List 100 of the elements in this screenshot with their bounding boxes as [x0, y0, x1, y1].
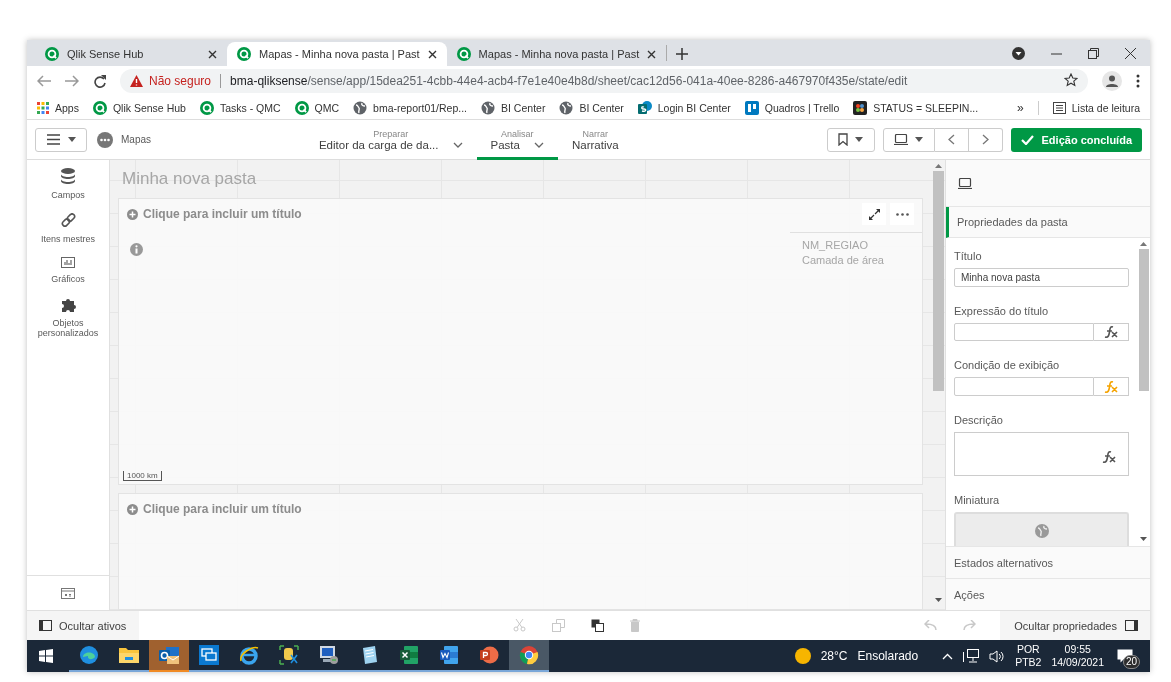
scroll-down-icon[interactable]: [1140, 537, 1147, 541]
close-icon[interactable]: [1125, 47, 1136, 59]
field-label: Condição de exibição: [954, 359, 1061, 372]
forward-icon[interactable]: [65, 75, 79, 87]
hide-properties-button[interactable]: Ocultar propriedades: [1000, 611, 1150, 640]
browser-tab[interactable]: Mapas - Minha nova pasta | Past: [446, 42, 667, 66]
more-bookmarks-button[interactable]: »: [1017, 100, 1024, 115]
legend-title: NM_REGIAO: [802, 238, 869, 253]
bookmarks-button[interactable]: [826, 127, 875, 152]
function-icon: [1104, 380, 1118, 393]
app-logo-icon: [199, 100, 214, 115]
close-icon[interactable]: [427, 49, 437, 59]
new-tab-icon[interactable]: [676, 48, 689, 60]
profile-button[interactable]: [1102, 71, 1122, 91]
chevron-right-icon: [981, 134, 989, 145]
scrollbar[interactable]: [932, 171, 944, 391]
done-button[interactable]: Edição concluída: [1010, 127, 1142, 152]
device-button[interactable]: [882, 127, 935, 152]
input-field[interactable]: [954, 377, 1094, 396]
bookmark[interactable]: QMC: [294, 100, 340, 115]
app-icon: [97, 131, 113, 148]
spreadsheet-icon: [399, 645, 419, 665]
person-icon: [1106, 75, 1118, 87]
mail-icon: [158, 645, 180, 665]
more-icon[interactable]: [1136, 74, 1140, 88]
back-icon[interactable]: [37, 75, 51, 87]
menu-icon: [46, 134, 60, 145]
folder-icon: [119, 646, 139, 664]
browser-tab[interactable]: Mapas - Minha nova pasta | Past: [227, 42, 447, 66]
asset-tab[interactable]: Itens mestres: [27, 205, 109, 249]
weather: Ensolarado: [857, 649, 919, 663]
bookmark[interactable]: Tasks - QMC: [199, 100, 281, 115]
volume-icon[interactable]: [989, 649, 1006, 663]
bookmark[interactable]: bma-report01/Rep...: [353, 100, 468, 115]
expand-icon: [868, 208, 880, 220]
profile-dropdown-icon[interactable]: [1012, 46, 1025, 60]
taskbar-button[interactable]: [149, 640, 189, 672]
more-icon: [895, 212, 909, 216]
list-icon: [1052, 101, 1066, 114]
laptop-icon: [894, 134, 909, 145]
scroll-up-icon[interactable]: [1140, 242, 1147, 246]
close-icon[interactable]: [208, 49, 217, 59]
clock[interactable]: 09:55 14/09/2021: [1051, 643, 1104, 669]
scroll-down-icon[interactable]: [934, 598, 942, 602]
chevron-down-icon: [452, 141, 463, 148]
computer-icon: [319, 645, 339, 665]
reading-list-button[interactable]: Lista de leitura: [1052, 101, 1140, 114]
monitor-icon: [199, 645, 219, 665]
bookmark[interactable]: Login BI Center: [637, 100, 731, 115]
language-indicator[interactable]: POR PTB2: [1015, 643, 1042, 669]
menu-button[interactable]: [35, 127, 87, 152]
thumbnail-picker[interactable]: [954, 511, 1129, 546]
apps-icon: [37, 101, 49, 114]
site-logo-icon: [637, 100, 652, 115]
bookmark[interactable]: STATUS = SLEEPIN...: [853, 100, 979, 115]
field-label: Título: [954, 250, 983, 262]
scroll-up-icon[interactable]: [934, 164, 942, 168]
database-icon: [61, 168, 75, 184]
warning-icon: [130, 75, 143, 87]
function-icon: [1104, 326, 1118, 339]
browser-tab[interactable]: Qlik Sense Hub: [35, 42, 227, 66]
input-field[interactable]: Minha nova pasta: [954, 268, 1129, 287]
bookmark[interactable]: BI Center: [481, 100, 546, 115]
presentation-icon: [479, 645, 499, 665]
asset-tab[interactable]: Gráficos: [27, 249, 109, 289]
close-icon[interactable]: [647, 49, 657, 59]
app-logo-icon: [45, 47, 59, 61]
check-icon: [1020, 134, 1034, 145]
paste-icon[interactable]: [591, 619, 604, 632]
taskbar-button[interactable]: [509, 640, 549, 672]
network-icon[interactable]: [963, 649, 980, 663]
bookmark[interactable]: BI Center: [559, 100, 624, 115]
legend-subtitle: Camada de área: [802, 253, 885, 268]
link-icon: [60, 213, 76, 228]
asset-tab[interactable]: Objetos personalizados: [27, 289, 109, 343]
input-field[interactable]: [954, 322, 1094, 342]
caret-icon: [67, 137, 76, 142]
reload-icon[interactable]: [93, 74, 106, 88]
laptop-icon: [958, 177, 972, 189]
scrollbar[interactable]: [1138, 249, 1149, 391]
app-logo-icon: [294, 100, 309, 115]
variables-icon: [61, 587, 75, 599]
restore-icon[interactable]: [1088, 47, 1099, 59]
globe-icon: [481, 100, 496, 115]
address-bar[interactable]: Não seguro bma-qliksense/sense/app/15dea251-4cbb-44e4-acb4-f7e1e40e4b8d/sheet/cac12d56-041a-40ee-8286-a467970f435e/state/edit: [120, 69, 1088, 93]
bookmark[interactable]: Quadros | Trello: [744, 100, 840, 115]
bookmark-icon: [838, 133, 849, 146]
star-icon[interactable]: [1064, 72, 1078, 87]
nav-tab[interactable]: Preparar Editor da carga de da...: [304, 119, 477, 160]
bookmark[interactable]: Apps: [37, 101, 79, 114]
hide-assets-button[interactable]: Ocultar ativos: [27, 611, 139, 640]
scale-bar: 1000 km: [123, 471, 162, 481]
expand-button[interactable]: [862, 203, 886, 225]
caret-icon: [855, 137, 864, 142]
formula-button[interactable]: [1094, 322, 1129, 342]
bookmark[interactable]: Qlik Sense Hub: [92, 100, 186, 115]
asset-tab[interactable]: Campos: [27, 160, 109, 205]
chevron-up-icon[interactable]: [942, 652, 954, 660]
browser-icon: [239, 645, 259, 665]
nav-tab[interactable]: Narrar Narrativa: [557, 119, 633, 160]
